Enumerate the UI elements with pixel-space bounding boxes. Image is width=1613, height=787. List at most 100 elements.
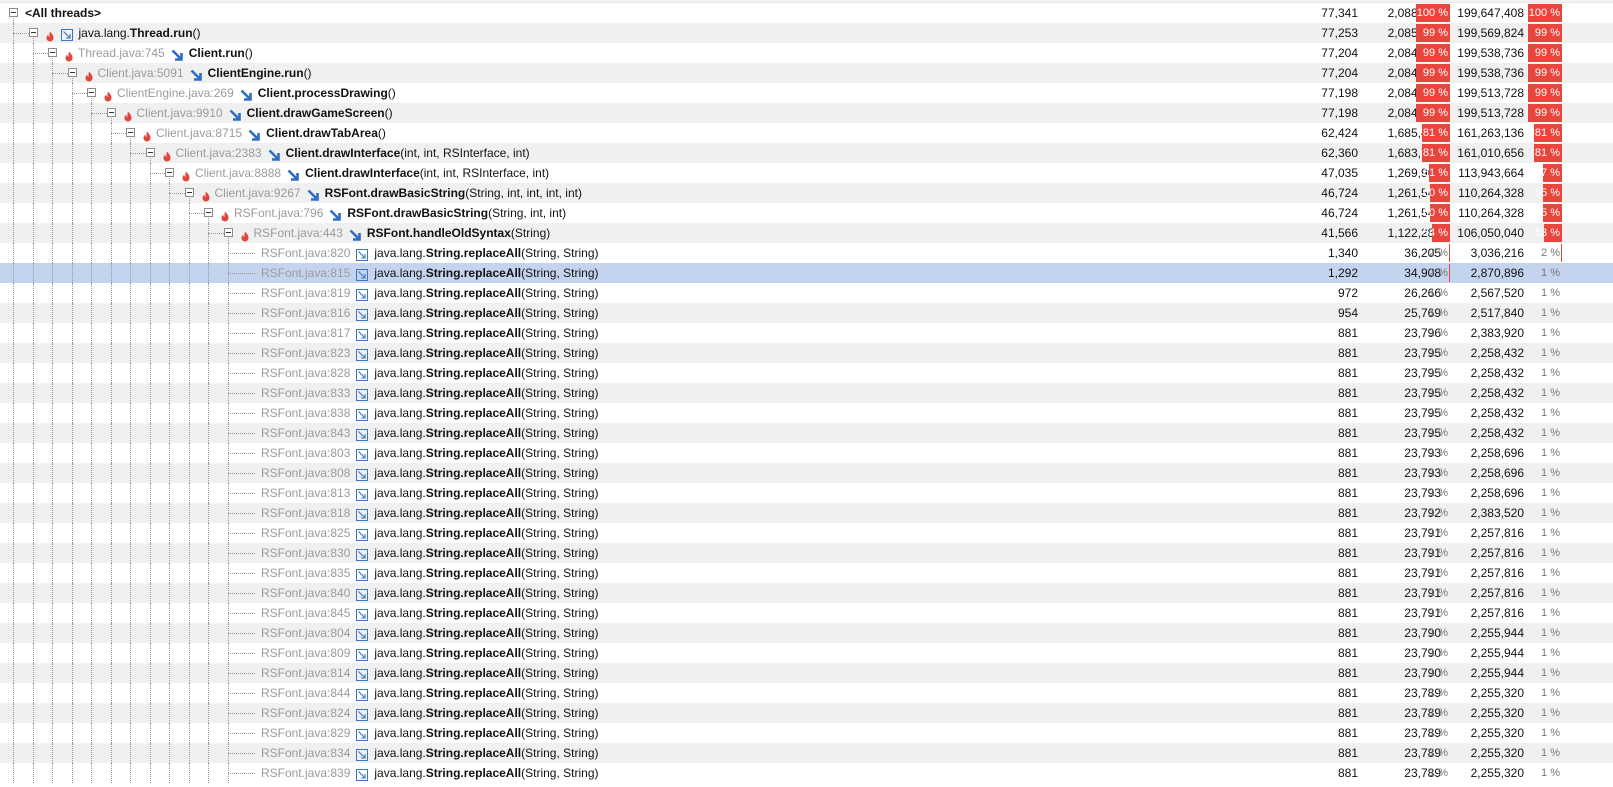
method-name[interactable]: java.lang.String.replaceAll(String, Stri… — [374, 423, 598, 443]
method-name[interactable]: java.lang.String.replaceAll(String, Stri… — [374, 543, 598, 563]
method-signature: (String, String) — [521, 746, 598, 760]
method-name[interactable]: RSFont.handleOldSyntax(String) — [367, 223, 550, 243]
tree-row[interactable]: RSFont.java:838java.lang.String.replaceA… — [0, 403, 1613, 423]
tree-row[interactable]: RSFont.java:809java.lang.String.replaceA… — [0, 643, 1613, 663]
tree-row[interactable]: RSFont.java:839java.lang.String.replaceA… — [0, 763, 1613, 783]
method-name[interactable]: java.lang.String.replaceAll(String, Stri… — [374, 703, 598, 723]
tree-row[interactable]: RSFont.java:818java.lang.String.replaceA… — [0, 503, 1613, 523]
tree-row[interactable]: Client.java:5091ClientEngine.run()77,204… — [0, 63, 1613, 83]
tree-row[interactable]: java.lang.Thread.run()77,2532,085,83499 … — [0, 23, 1613, 43]
tree-row[interactable]: ClientEngine.java:269Client.processDrawi… — [0, 83, 1613, 103]
tree-row[interactable]: RSFont.java:796RSFont.drawBasicString(St… — [0, 203, 1613, 223]
tree-row[interactable]: RSFont.java:845java.lang.String.replaceA… — [0, 603, 1613, 623]
method-name[interactable]: java.lang.Thread.run() — [79, 23, 201, 43]
method-name[interactable]: java.lang.String.replaceAll(String, Stri… — [374, 243, 598, 263]
method-name[interactable]: java.lang.String.replaceAll(String, Stri… — [374, 683, 598, 703]
method-name[interactable]: java.lang.String.replaceAll(String, Stri… — [374, 463, 598, 483]
tree-row[interactable]: RSFont.java:819java.lang.String.replaceA… — [0, 283, 1613, 303]
method-name[interactable]: java.lang.String.replaceAll(String, Stri… — [374, 263, 598, 283]
method-name[interactable]: java.lang.String.replaceAll(String, Stri… — [374, 443, 598, 463]
method-name[interactable]: RSFont.drawBasicString(String, int, int,… — [325, 183, 582, 203]
method-name[interactable]: java.lang.String.replaceAll(String, Stri… — [374, 383, 598, 403]
tree-row[interactable]: RSFont.java:844java.lang.String.replaceA… — [0, 683, 1613, 703]
tree-row[interactable]: RSFont.java:443RSFont.handleOldSyntax(St… — [0, 223, 1613, 243]
tree-row[interactable]: RSFont.java:825java.lang.String.replaceA… — [0, 523, 1613, 543]
collapse-toggle-icon[interactable] — [204, 208, 213, 217]
method-name[interactable]: java.lang.String.replaceAll(String, Stri… — [374, 303, 598, 323]
method-name[interactable]: Client.processDrawing() — [258, 83, 396, 103]
method-name[interactable]: java.lang.String.replaceAll(String, Stri… — [374, 603, 598, 623]
method-name[interactable]: java.lang.String.replaceAll(String, Stri… — [374, 523, 598, 543]
tree-row[interactable]: RSFont.java:817java.lang.String.replaceA… — [0, 323, 1613, 343]
tree-row[interactable]: Client.java:9910Client.drawGameScreen()7… — [0, 103, 1613, 123]
tree-row[interactable]: RSFont.java:814java.lang.String.replaceA… — [0, 663, 1613, 683]
tree-row[interactable]: RSFont.java:830java.lang.String.replaceA… — [0, 543, 1613, 563]
tree-row[interactable]: RSFont.java:813java.lang.String.replaceA… — [0, 483, 1613, 503]
tree-row[interactable]: RSFont.java:829java.lang.String.replaceA… — [0, 723, 1613, 743]
method-name[interactable]: java.lang.String.replaceAll(String, Stri… — [374, 663, 598, 683]
call-tree[interactable]: <All threads>77,3412,088,212100 %199,647… — [0, 3, 1613, 783]
method-name[interactable]: java.lang.String.replaceAll(String, Stri… — [374, 623, 598, 643]
tree-row[interactable]: RSFont.java:828java.lang.String.replaceA… — [0, 363, 1613, 383]
method-name[interactable]: java.lang.String.replaceAll(String, Stri… — [374, 583, 598, 603]
method-name[interactable]: java.lang.String.replaceAll(String, Stri… — [374, 283, 598, 303]
collapse-toggle-icon[interactable] — [48, 48, 57, 57]
collapse-toggle-icon[interactable] — [68, 68, 77, 77]
collapse-toggle-icon[interactable] — [87, 88, 96, 97]
method-name[interactable]: java.lang.String.replaceAll(String, Stri… — [374, 643, 598, 663]
method-name[interactable]: Client.drawInterface(int, int, RSInterfa… — [286, 143, 530, 163]
tree-row[interactable]: <All threads>77,3412,088,212100 %199,647… — [0, 3, 1613, 23]
tree-row[interactable]: RSFont.java:816java.lang.String.replaceA… — [0, 303, 1613, 323]
tree-guide-line — [72, 323, 73, 343]
collapse-toggle-icon[interactable] — [224, 228, 233, 237]
tree-row[interactable]: RSFont.java:833java.lang.String.replaceA… — [0, 383, 1613, 403]
method-name[interactable]: Client.drawInterface(int, int, RSInterfa… — [305, 163, 549, 183]
method-name[interactable]: ClientEngine.run() — [208, 63, 312, 83]
collapse-toggle-icon[interactable] — [9, 8, 18, 17]
tree-row[interactable]: RSFont.java:815java.lang.String.replaceA… — [0, 263, 1613, 283]
tree-row[interactable]: Client.java:8888Client.drawInterface(int… — [0, 163, 1613, 183]
method-name[interactable]: java.lang.String.replaceAll(String, Stri… — [374, 403, 598, 423]
time-percent: 1 % — [1429, 467, 1450, 479]
tree-row[interactable]: RSFont.java:803java.lang.String.replaceA… — [0, 443, 1613, 463]
tree-row[interactable]: Thread.java:745Client.run()77,2042,084,5… — [0, 43, 1613, 63]
tree-row[interactable]: RSFont.java:843java.lang.String.replaceA… — [0, 423, 1613, 443]
tree-row[interactable]: RSFont.java:840java.lang.String.replaceA… — [0, 583, 1613, 603]
tree-row[interactable]: RSFont.java:820java.lang.String.replaceA… — [0, 243, 1613, 263]
method-name[interactable]: java.lang.String.replaceAll(String, Stri… — [374, 743, 598, 763]
collapse-toggle-icon[interactable] — [29, 28, 38, 37]
method-name[interactable]: java.lang.String.replaceAll(String, Stri… — [374, 763, 598, 783]
method-name[interactable]: Client.run() — [189, 43, 253, 63]
method-name[interactable]: java.lang.String.replaceAll(String, Stri… — [374, 323, 598, 343]
tree-row[interactable]: Client.java:8715Client.drawTabArea()62,4… — [0, 123, 1613, 143]
method-package: java.lang. — [374, 646, 425, 660]
method-name[interactable]: RSFont.drawBasicString(String, int, int) — [347, 203, 566, 223]
collapse-toggle-icon[interactable] — [146, 148, 155, 157]
method-name[interactable]: Client.drawGameScreen() — [247, 103, 393, 123]
tree-row[interactable]: RSFont.java:824java.lang.String.replaceA… — [0, 703, 1613, 723]
method-name[interactable]: <All threads> — [25, 3, 101, 23]
method-name[interactable]: Client.drawTabArea() — [266, 123, 386, 143]
method-name[interactable]: java.lang.String.replaceAll(String, Stri… — [374, 343, 598, 363]
tree-row[interactable]: RSFont.java:808java.lang.String.replaceA… — [0, 463, 1613, 483]
tree-row[interactable]: RSFont.java:835java.lang.String.replaceA… — [0, 563, 1613, 583]
tree-row[interactable]: Client.java:2383Client.drawInterface(int… — [0, 143, 1613, 163]
method-signature: (String, String) — [521, 306, 598, 320]
tree-row[interactable]: RSFont.java:804java.lang.String.replaceA… — [0, 623, 1613, 643]
collapse-toggle-icon[interactable] — [185, 188, 194, 197]
method-name[interactable]: java.lang.String.replaceAll(String, Stri… — [374, 503, 598, 523]
tree-guide-line — [72, 183, 73, 203]
method-name[interactable]: java.lang.String.replaceAll(String, Stri… — [374, 363, 598, 383]
tree-row[interactable]: RSFont.java:823java.lang.String.replaceA… — [0, 343, 1613, 363]
time-percent-bar: 99 % — [1416, 63, 1450, 83]
method-name[interactable]: java.lang.String.replaceAll(String, Stri… — [374, 723, 598, 743]
method-name[interactable]: java.lang.String.replaceAll(String, Stri… — [374, 563, 598, 583]
tree-row[interactable]: RSFont.java:834java.lang.String.replaceA… — [0, 743, 1613, 763]
collapse-toggle-icon[interactable] — [107, 108, 116, 117]
tree-row[interactable]: Client.java:9267RSFont.drawBasicString(S… — [0, 183, 1613, 203]
collapse-toggle-icon[interactable] — [126, 128, 135, 137]
method-name[interactable]: java.lang.String.replaceAll(String, Stri… — [374, 483, 598, 503]
method-class-name: String.replaceAll — [426, 686, 521, 700]
method-package: java.lang. — [374, 586, 425, 600]
collapse-toggle-icon[interactable] — [165, 168, 174, 177]
